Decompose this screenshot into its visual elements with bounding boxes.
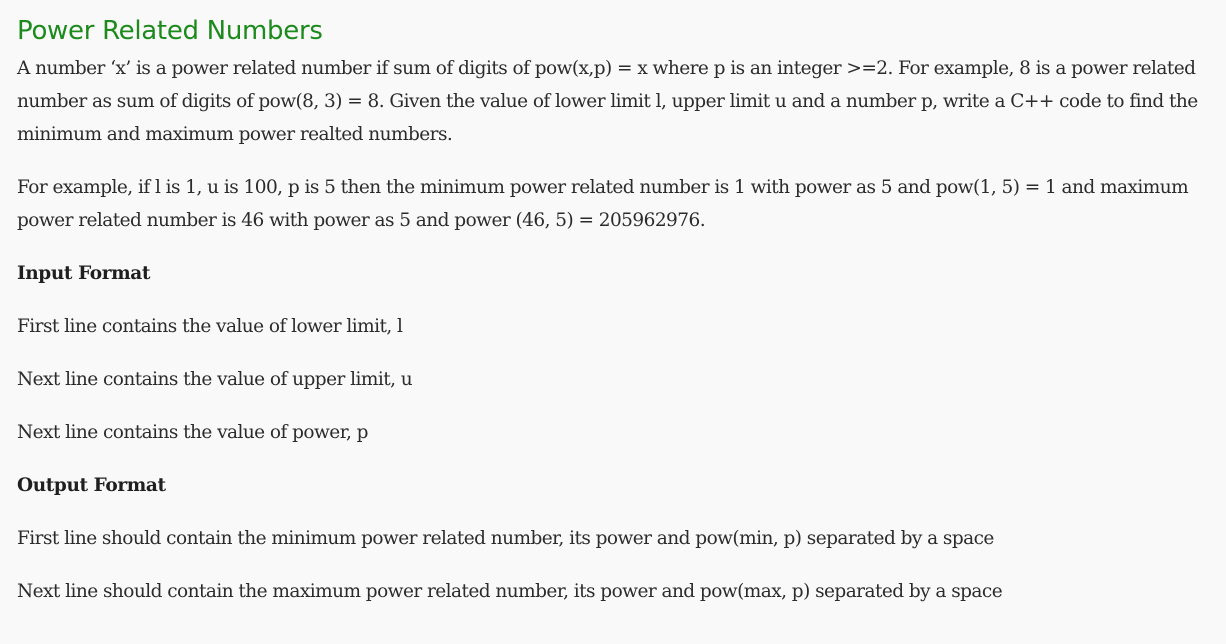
- problem-statement: Power Related Numbers A number ‘x’ is a …: [0, 0, 1226, 644]
- problem-example: For example, if l is 1, u is 100, p is 5…: [17, 177, 1189, 231]
- input-line-lower-limit: First line contains the value of lower l…: [17, 316, 403, 337]
- output-line-minimum: First line should contain the minimum po…: [17, 528, 994, 549]
- problem-intro: A number ‘x’ is a power related number i…: [17, 58, 1198, 145]
- page-title: Power Related Numbers: [17, 16, 323, 46]
- input-line-power: Next line contains the value of power, p: [17, 422, 368, 443]
- input-line-upper-limit: Next line contains the value of upper li…: [17, 369, 413, 390]
- output-line-maximum: Next line should contain the maximum pow…: [17, 581, 1003, 602]
- output-format-heading: Output Format: [17, 475, 166, 496]
- input-format-heading: Input Format: [17, 263, 150, 284]
